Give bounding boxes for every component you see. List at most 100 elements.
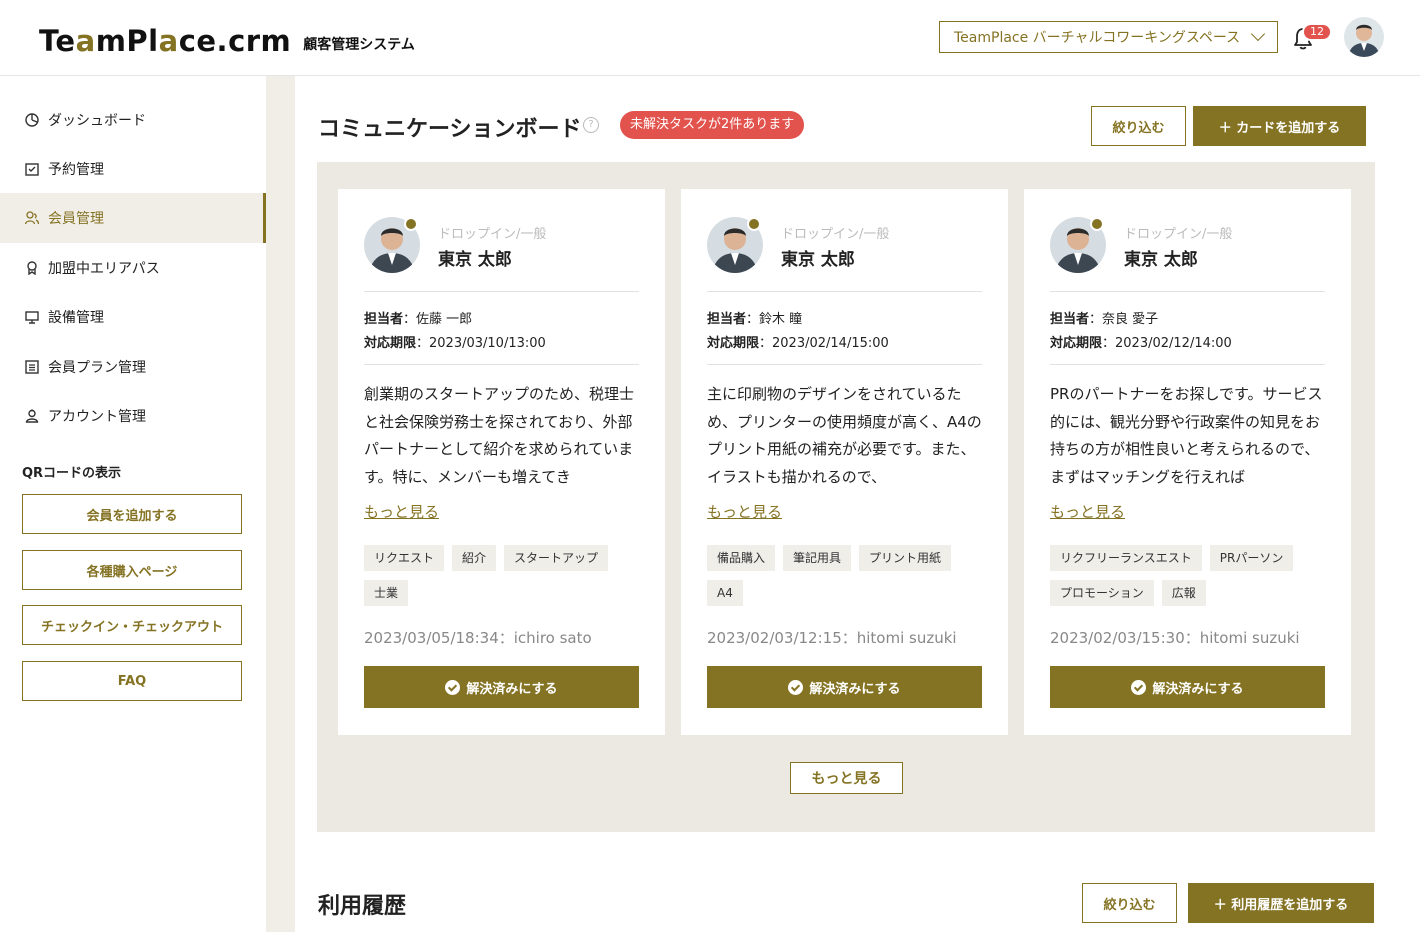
tag[interactable]: リクフリーランスエスト <box>1050 545 1202 571</box>
tag[interactable]: プリント用紙 <box>859 545 952 571</box>
status-dot <box>747 217 761 231</box>
card-deadline: 対応期限：2023/03/10/13:00 <box>364 332 546 351</box>
sidebar-item-label: ダッシュボード <box>48 113 146 129</box>
user-avatar[interactable] <box>1344 17 1384 57</box>
logo-segment: a <box>75 24 96 58</box>
divider <box>364 364 639 365</box>
card-assignee-label: 担当者 <box>364 312 404 327</box>
sidebar-item-members[interactable]: 会員管理 <box>0 193 266 243</box>
card-member-name: 東京 太郎 <box>1124 250 1198 270</box>
card-tags: リクエスト 紹介 スタートアップ 士業 <box>364 545 644 606</box>
divider <box>707 364 982 365</box>
tag[interactable]: 備品購入 <box>707 545 776 571</box>
check-circle-icon <box>1131 679 1147 695</box>
sidebar-item-label: アカウント管理 <box>48 409 146 425</box>
faq-button[interactable]: FAQ <box>22 661 242 701</box>
add-history-button[interactable]: ＋ 利用履歴を追加する <box>1188 883 1374 923</box>
card-category: ドロップイン/一般 <box>1124 227 1233 242</box>
purchase-pages-button[interactable]: 各種購入ページ <box>22 550 242 590</box>
card-timestamp: 2023/02/03/15:30：hitomi suzuki <box>1050 629 1300 647</box>
checkin-checkout-button[interactable]: チェックイン・チェックアウト <box>22 605 242 645</box>
members-icon <box>24 210 40 226</box>
app-logo[interactable]: TeamPlace.crm 顧客管理システム <box>39 18 415 58</box>
unresolved-alert-badge[interactable]: 未解決タスクが2件あります <box>620 111 805 139</box>
tag[interactable]: 広報 <box>1161 580 1206 606</box>
tag[interactable]: PRパーソン <box>1209 545 1294 571</box>
card-member-name: 東京 太郎 <box>781 250 855 270</box>
resolve-button[interactable]: 解決済みにする <box>707 666 982 708</box>
card-deadline: 対応期限：2023/02/12/14:00 <box>1050 332 1232 351</box>
card-timestamp: 2023/02/03/12:15：hitomi suzuki <box>707 629 957 647</box>
tag[interactable]: リクエスト <box>364 545 445 571</box>
top-header: TeamPlace.crm 顧客管理システム TeamPlace バーチャルコワ… <box>0 0 1420 76</box>
logo-text: TeamPlace.crm <box>39 24 291 58</box>
sidebar-item-label: 予約管理 <box>48 162 104 178</box>
card-assignee-label: 担当者 <box>707 312 747 327</box>
board-title: コミュニケーションボード <box>318 117 582 142</box>
status-dot <box>404 217 418 231</box>
card-read-more-link[interactable]: もっと見る <box>1050 501 1125 522</box>
logo-segment: mPl <box>95 24 159 58</box>
add-member-button[interactable]: 会員を追加する <box>22 494 242 534</box>
board-card: ドロップイン/一般 東京 太郎 担当者：佐藤 一郎 対応期限：2023/03/1… <box>338 189 665 735</box>
tag[interactable]: 士業 <box>364 580 409 606</box>
board-load-more-button[interactable]: もっと見る <box>790 762 903 794</box>
divider <box>1050 364 1325 365</box>
resolve-button[interactable]: 解決済みにする <box>1050 666 1325 708</box>
account-icon <box>24 408 40 424</box>
sidebar-item-area-pass[interactable]: 加盟中エリアパス <box>0 243 266 293</box>
card-read-more-link[interactable]: もっと見る <box>364 501 439 522</box>
logo-segment: a <box>158 24 179 58</box>
dashboard-icon <box>24 112 40 128</box>
card-assignee: 担当者：佐藤 一郎 <box>364 308 472 327</box>
resolve-button-label: 解決済みにする <box>466 681 558 697</box>
tag[interactable]: スタートアップ <box>504 545 609 571</box>
card-member-name: 東京 太郎 <box>438 250 512 270</box>
divider <box>707 291 982 292</box>
card-deadline-value: ：2023/02/12/14:00 <box>1102 336 1232 351</box>
card-read-more-link[interactable]: もっと見る <box>707 501 782 522</box>
status-dot <box>1090 217 1104 231</box>
card-category: ドロップイン/一般 <box>438 227 547 242</box>
sidebar-item-reservations[interactable]: 予約管理 <box>0 144 266 194</box>
card-deadline: 対応期限：2023/02/14/15:00 <box>707 332 889 351</box>
card-tags: リクフリーランスエスト PRパーソン プロモーション 広報 <box>1050 545 1330 606</box>
card-assignee-value: ：鈴木 瞳 <box>746 312 803 327</box>
chevron-down-icon <box>1250 26 1266 42</box>
board-card: ドロップイン/一般 東京 太郎 担当者：鈴木 瞳 対応期限：2023/02/14… <box>681 189 1008 735</box>
card-assignee-value: ：奈良 愛子 <box>1089 312 1159 327</box>
sidebar-item-label: 会員プラン管理 <box>48 360 146 376</box>
divider <box>364 291 639 292</box>
tag[interactable]: 筆記用具 <box>783 545 852 571</box>
sidebar-item-dashboard[interactable]: ダッシュボード <box>0 95 266 145</box>
check-circle-icon <box>788 679 804 695</box>
calendar-icon <box>24 161 40 177</box>
history-filter-button[interactable]: 絞り込む <box>1082 883 1177 923</box>
resolve-button[interactable]: 解決済みにする <box>364 666 639 708</box>
card-tags: 備品購入 筆記用具 プリント用紙 A4 <box>707 545 987 606</box>
card-category: ドロップイン/一般 <box>781 227 890 242</box>
history-title: 利用履歴 <box>318 894 407 919</box>
monitor-icon <box>24 309 40 325</box>
qr-section-title: QRコードの表示 <box>22 466 122 481</box>
tag[interactable]: A4 <box>707 580 743 606</box>
card-description: 創業期のスタートアップのため、税理士と社会保険労務士を探されており、外部パートナ… <box>364 385 635 486</box>
tag[interactable]: プロモーション <box>1050 580 1154 606</box>
card-assignee: 担当者：鈴木 瞳 <box>707 308 802 327</box>
logo-segment: ce.crm <box>178 24 292 58</box>
sidebar-item-accounts[interactable]: アカウント管理 <box>0 391 266 441</box>
logo-segment: Te <box>39 24 76 58</box>
card-assignee-label: 担当者 <box>1050 312 1090 327</box>
card-deadline-label: 対応期限 <box>707 336 760 351</box>
board-filter-button[interactable]: 絞り込む <box>1091 106 1186 146</box>
card-deadline-value: ：2023/02/14/15:00 <box>759 336 889 351</box>
sidebar-item-label: 設備管理 <box>48 310 104 326</box>
tag[interactable]: 紹介 <box>452 545 497 571</box>
sidebar-item-facilities[interactable]: 設備管理 <box>0 292 266 342</box>
sidebar-item-plans[interactable]: 会員プラン管理 <box>0 342 266 392</box>
add-card-button[interactable]: ＋ カードを追加する <box>1193 106 1366 146</box>
card-description: 主に印刷物のデザインをされているため、プリンターの使用頻度が高く、A4のプリント… <box>707 385 982 486</box>
sidebar: ダッシュボード 予約管理 会員管理 加盟中エリアパス 設備管理 会員プラン管理 … <box>0 76 266 932</box>
workspace-select[interactable]: TeamPlace バーチャルコワーキングスペース <box>939 21 1278 53</box>
help-icon[interactable]: ? <box>583 117 599 133</box>
